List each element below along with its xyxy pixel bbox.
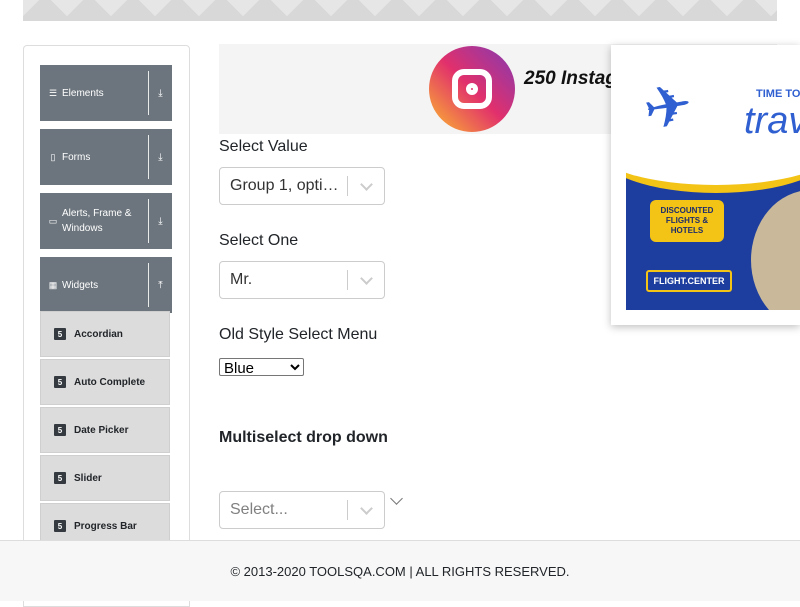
sidebar-item-label: Auto Complete <box>74 376 146 388</box>
html5-icon: 5 <box>54 376 66 388</box>
footer: © 2013-2020 TOOLSQA.COM | ALL RIGHTS RES… <box>0 540 800 601</box>
sidebar-item-label: Accordian <box>74 328 123 340</box>
select-value-label: Select Value <box>219 138 308 155</box>
widgets-menu-list: 5 Accordian 5 Auto Complete 5 Date Picke… <box>40 311 170 551</box>
sidebar-item-date-picker[interactable]: 5 Date Picker <box>40 407 170 453</box>
selected-value: Group 1, option 1 <box>230 177 347 194</box>
ad-headline: travel <box>744 100 800 142</box>
html5-icon: 5 <box>54 424 66 436</box>
discount-badge: DISCOUNTED FLIGHTS & HOTELS <box>650 200 724 242</box>
html5-icon: 5 <box>54 328 66 340</box>
ad-body: DISCOUNTED FLIGHTS & HOTELS FLIGHT.CENTE… <box>626 150 800 310</box>
top-ad-banner <box>23 0 777 21</box>
sidebar-item-accordian[interactable]: 5 Accordian <box>40 311 170 357</box>
chevron-down-icon[interactable] <box>348 271 384 285</box>
select-one-label: Select One <box>219 232 299 249</box>
download-arrow-icon[interactable]: ⤓ <box>149 152 172 163</box>
brand-badge: FLIGHT.CENTER <box>646 270 732 292</box>
sidebar-item-label: Slider <box>74 472 102 484</box>
upload-arrow-icon[interactable]: ⤒ <box>149 280 172 291</box>
instagram-icon <box>429 46 515 132</box>
sidebar-item-label: Date Picker <box>74 424 129 436</box>
select-value-dropdown[interactable]: Group 1, option 1 <box>219 167 385 205</box>
sidebar-group-alerts[interactable]: ▭ Alerts, Frame & Windows ⤓ <box>40 193 172 249</box>
sidebar-group-label: Alerts, Frame & Windows <box>62 208 132 234</box>
sidebar-group-forms[interactable]: ▯ Forms ⤓ <box>40 129 172 185</box>
divider <box>148 71 149 115</box>
sidebar-item-slider[interactable]: 5 Slider <box>40 455 170 501</box>
window-icon: ▭ <box>48 215 58 226</box>
html5-icon: 5 <box>54 472 66 484</box>
copyright-text: © 2013-2020 TOOLSQA.COM | ALL RIGHTS RES… <box>230 563 570 579</box>
sidebar-group-label: Forms <box>62 151 91 163</box>
sidebar-group-label: Widgets <box>62 279 99 291</box>
sidebar-item-auto-complete[interactable]: 5 Auto Complete <box>40 359 170 405</box>
divider <box>148 199 149 243</box>
select-one-dropdown[interactable]: Mr. <box>219 261 385 299</box>
old-style-select-menu[interactable]: Blue <box>219 358 304 376</box>
old-style-select-label: Old Style Select Menu <box>219 326 378 343</box>
decorative-arc <box>626 150 800 193</box>
chevron-down-icon[interactable] <box>348 501 384 515</box>
multiselect-dropdown[interactable]: Select... <box>219 491 385 529</box>
hamburger-icon: ☰ <box>48 87 58 98</box>
divider <box>148 263 149 307</box>
divider <box>148 135 149 179</box>
chevron-down-icon[interactable] <box>348 177 384 191</box>
left-sidebar: ☰ Elements ⤓ ▯ Forms ⤓ ▭ Alerts, Frame &… <box>23 45 190 607</box>
chevron-down-icon[interactable] <box>390 492 403 505</box>
travel-ad[interactable]: ✈ TIME TO travel DISCOUNTED FLIGHTS & HO… <box>611 45 800 325</box>
html5-icon: 5 <box>54 520 66 532</box>
grid-icon: ▦ <box>48 279 58 290</box>
sidebar-group-widgets[interactable]: ▦ Widgets ⤒ <box>40 257 172 313</box>
multiselect-label: Multiselect drop down <box>219 429 388 446</box>
airplane-icon: ✈ <box>638 71 698 144</box>
download-arrow-icon[interactable]: ⤓ <box>149 216 172 227</box>
multiselect-placeholder: Select... <box>230 501 288 518</box>
sidebar-item-label: Progress Bar <box>74 520 137 532</box>
selected-value: Mr. <box>230 271 253 288</box>
desert-photo <box>751 190 800 310</box>
sidebar-group-elements[interactable]: ☰ Elements ⤓ <box>40 65 172 121</box>
sidebar-group-label: Elements <box>62 87 104 99</box>
download-arrow-icon[interactable]: ⤓ <box>149 88 172 99</box>
document-icon: ▯ <box>50 151 56 162</box>
ad-tagline: TIME TO <box>756 88 800 100</box>
